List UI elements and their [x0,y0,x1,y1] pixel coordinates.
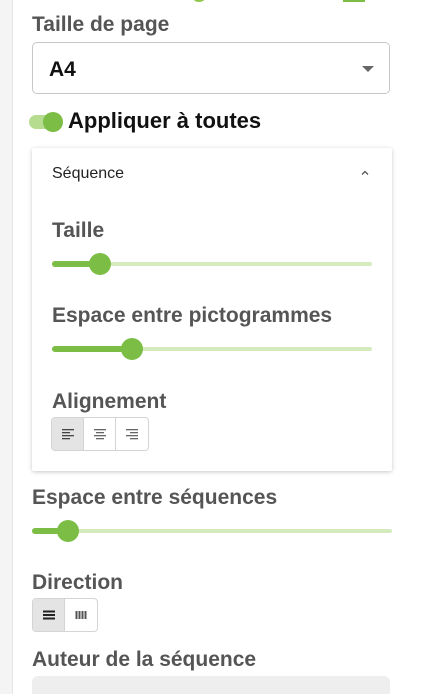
chevron-up-icon[interactable] [360,168,370,178]
cut-off-icon [192,0,206,2]
page-size-value: A4 [49,58,76,81]
page-size-select[interactable]: A4 [32,42,390,94]
rows-icon [42,610,55,620]
caret-down-icon [362,66,374,72]
page-size-label: Taille de page [32,13,170,36]
align-left-button[interactable] [52,418,84,450]
sequence-panel-header[interactable]: Séquence [52,165,124,183]
left-rail [0,0,13,694]
alignment-label: Alignement [52,390,167,413]
align-center-button[interactable] [84,418,116,450]
align-center-icon [93,429,106,440]
size-slider[interactable] [52,253,372,275]
direction-label: Direction [32,571,124,594]
align-right-button[interactable] [116,418,148,450]
apply-all-label: Appliquer à toutes [68,108,262,133]
align-left-icon [61,429,74,440]
slider-fill [52,346,132,352]
direction-button-group [32,598,98,632]
sequence-panel: Séquence Taille Espace entre pictogramme… [32,148,392,471]
apply-all-toggle[interactable] [29,112,65,132]
sequence-spacing-slider[interactable] [32,520,392,542]
alignment-button-group [51,417,149,451]
direction-columns-button[interactable] [65,599,97,631]
cut-off-icon [343,0,365,2]
pictogram-spacing-slider[interactable] [52,338,372,360]
sequence-spacing-label: Espace entre séquences [32,486,278,509]
align-right-icon [126,429,138,440]
slider-track [32,529,392,533]
toggle-knob [43,112,63,132]
author-label: Auteur de la séquence [32,648,257,671]
slider-thumb[interactable] [89,253,111,275]
direction-rows-button[interactable] [33,599,65,631]
pictogram-spacing-label: Espace entre pictogrammes [52,304,333,327]
settings-panel: Taille de page A4 Appliquer à toutes Séq… [0,0,430,694]
columns-icon [75,611,87,619]
slider-thumb[interactable] [57,520,79,542]
slider-thumb[interactable] [121,338,143,360]
size-label: Taille [52,219,105,242]
author-input[interactable] [32,676,390,694]
